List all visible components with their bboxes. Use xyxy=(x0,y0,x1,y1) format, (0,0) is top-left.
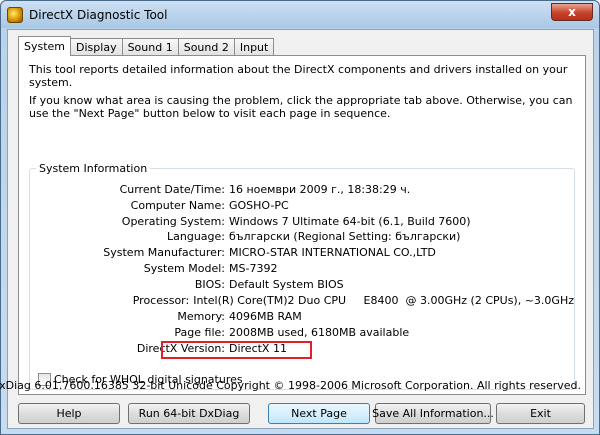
instructions-text: If you know what area is causing the pro… xyxy=(29,94,573,120)
info-label: System Manufacturer: xyxy=(103,246,225,259)
row-language: Language: български (Regional Setting: б… xyxy=(30,230,574,244)
info-label: Language: xyxy=(167,230,225,243)
run-64-bit-dxdiag-button[interactable]: Run 64-bit DxDiag xyxy=(128,403,250,424)
info-value: 4096MB RAM xyxy=(229,310,302,323)
info-value: MS-7392 xyxy=(229,262,278,275)
tab-strip: System Display Sound 1 Sound 2 Input xyxy=(18,36,275,56)
close-button[interactable]: x xyxy=(551,3,593,21)
directx-version-highlight xyxy=(161,341,312,359)
row-system-model: System Model: MS-7392 xyxy=(30,262,574,276)
tab-sound-2[interactable]: Sound 2 xyxy=(177,38,235,55)
row-current-date-time: Current Date/Time: 16 ноември 2009 г., 1… xyxy=(30,183,574,197)
info-value: 2008MB used, 6180MB available xyxy=(229,326,410,339)
info-label: Operating System: xyxy=(121,215,225,228)
info-label: Processor: xyxy=(132,294,190,307)
info-value: GOSHO-PC xyxy=(229,199,289,212)
dxdiag-window: DirectX Diagnostic Tool x System Display… xyxy=(0,0,600,435)
row-memory: Memory: 4096MB RAM xyxy=(30,310,574,324)
info-label: Current Date/Time: xyxy=(119,183,225,196)
system-tab-panel: This tool reports detailed information a… xyxy=(18,55,586,395)
info-label: Memory: xyxy=(177,310,225,323)
info-value: 16 ноември 2009 г., 18:38:29 ч. xyxy=(229,183,411,196)
save-all-information-button[interactable]: Save All Information... xyxy=(372,403,494,424)
group-title: System Information xyxy=(36,162,151,175)
info-value: Default System BIOS xyxy=(229,278,344,291)
row-system-manufacturer: System Manufacturer: MICRO-STAR INTERNAT… xyxy=(30,246,574,260)
system-information-group: System Information Current Date/Time: 16… xyxy=(29,162,575,390)
copyright-text: DxDiag 6.01.7600.16385 32-bit Unicode Co… xyxy=(0,379,581,392)
row-processor: Processor: Intel(R) Core(TM)2 Duo CPU E8… xyxy=(30,294,574,308)
next-page-button[interactable]: Next Page xyxy=(268,403,370,424)
info-value: Windows 7 Ultimate 64-bit (6.1, Build 76… xyxy=(229,215,471,228)
row-page-file: Page file: 2008MB used, 6180MB available xyxy=(30,326,574,340)
row-computer-name: Computer Name: GOSHO-PC xyxy=(30,199,574,213)
window-title: DirectX Diagnostic Tool xyxy=(29,7,168,22)
row-operating-system: Operating System: Windows 7 Ultimate 64-… xyxy=(30,215,574,229)
help-button[interactable]: Help xyxy=(18,403,120,424)
title-bar[interactable]: DirectX Diagnostic Tool x xyxy=(1,1,599,28)
tab-system[interactable]: System xyxy=(18,36,72,56)
info-label: BIOS: xyxy=(194,278,225,291)
tab-sound-1[interactable]: Sound 1 xyxy=(121,38,179,55)
row-bios: BIOS: Default System BIOS xyxy=(30,278,574,292)
info-value: MICRO-STAR INTERNATIONAL CO.,LTD xyxy=(229,246,436,259)
info-label: Page file: xyxy=(174,326,225,339)
exit-button[interactable]: Exit xyxy=(496,403,585,424)
intro-text: This tool reports detailed information a… xyxy=(29,63,568,89)
directx-app-icon xyxy=(7,6,23,23)
info-label: System Model: xyxy=(143,262,225,275)
dialog-client-area: System Display Sound 1 Sound 2 Input Thi… xyxy=(0,29,594,429)
tab-display[interactable]: Display xyxy=(70,38,123,55)
tab-input[interactable]: Input xyxy=(233,38,275,55)
button-row: Help Run 64-bit DxDiag Next Page Save Al… xyxy=(18,403,588,425)
info-label: Computer Name: xyxy=(130,199,225,212)
info-value: Intel(R) Core(TM)2 Duo CPU E8400 @ 3.00G… xyxy=(193,294,574,307)
info-value: български (Regional Setting: български) xyxy=(229,230,461,243)
